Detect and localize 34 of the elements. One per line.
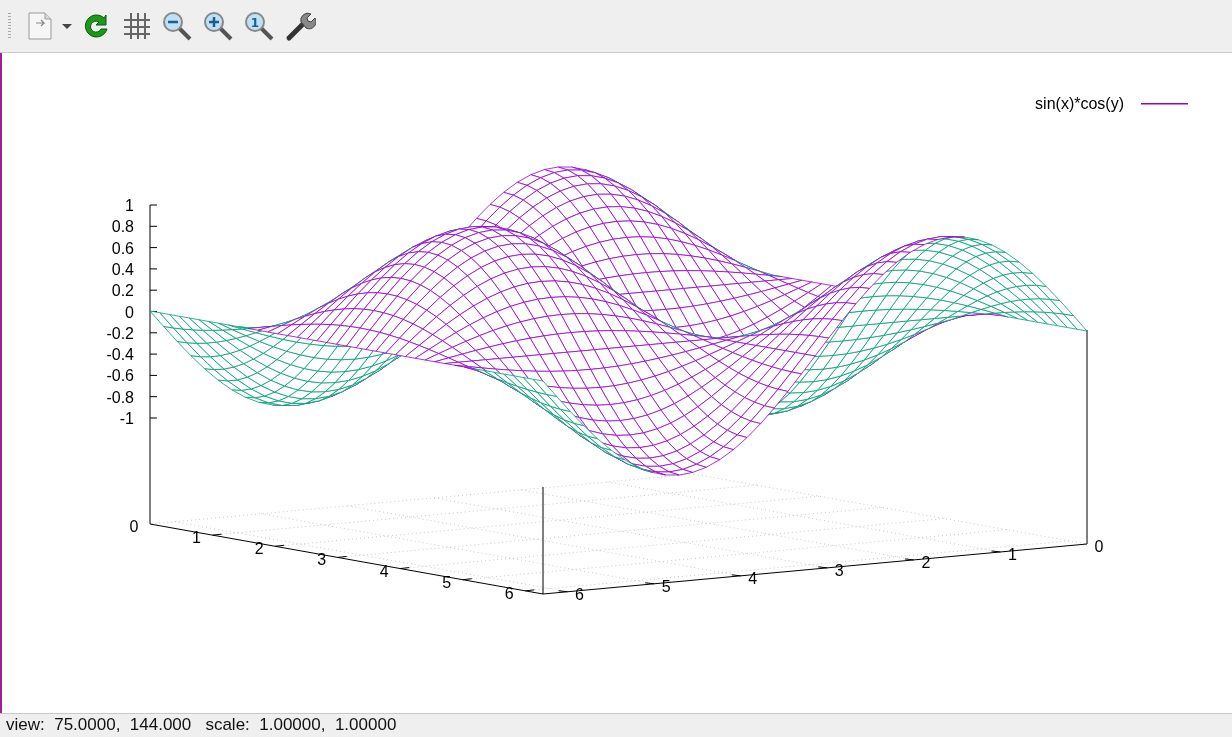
z-tick-label: 0.2 [111, 282, 134, 300]
y-tick-label: 1 [1007, 545, 1017, 563]
x-tick-label: 6 [504, 584, 514, 602]
z-tick-label: -0.6 [106, 367, 134, 385]
zoom-in-icon [202, 10, 234, 42]
z-tick-label: -1 [119, 410, 134, 427]
y-tick-label: 6 [575, 585, 584, 603]
y-tick-label: 0 [1094, 538, 1104, 555]
x-tick-label: 0 [129, 518, 139, 535]
status-text: view: 75.0000, 144.000 scale: 1.00000, 1.00000 [6, 715, 397, 734]
y-tick-label: 4 [748, 569, 758, 587]
toolbar-grip [8, 13, 11, 39]
x-tick-label: 5 [442, 573, 452, 591]
legend-label: sin(x)*cos(y) [1035, 95, 1124, 112]
z-tick-label: 1 [125, 197, 134, 214]
zoom-out-icon [161, 10, 193, 42]
z-tick-label: -0.8 [106, 388, 134, 406]
y-tick-label: 3 [834, 561, 844, 579]
z-tick-label: 0.8 [111, 218, 134, 236]
grid-icon [122, 11, 152, 41]
y-tick-label: 5 [661, 577, 671, 595]
z-tick-label: -0.4 [106, 346, 134, 364]
z-tick-label: 0.4 [111, 260, 134, 278]
x-tick-label: 2 [254, 540, 264, 558]
wrench-icon [284, 10, 316, 42]
x-tick-label: 4 [379, 562, 389, 580]
z-tick-label: 0 [125, 303, 134, 321]
y-tick-label: 2 [921, 553, 931, 571]
z-tick-label: -0.2 [106, 324, 134, 342]
x-tick-label: 3 [317, 551, 327, 569]
x-tick-label: 1 [192, 529, 201, 547]
dropdown-caret-icon [62, 23, 72, 29]
zoom-reset-button[interactable]: 1 [241, 8, 277, 44]
z-tick-label: 0.6 [111, 239, 134, 257]
